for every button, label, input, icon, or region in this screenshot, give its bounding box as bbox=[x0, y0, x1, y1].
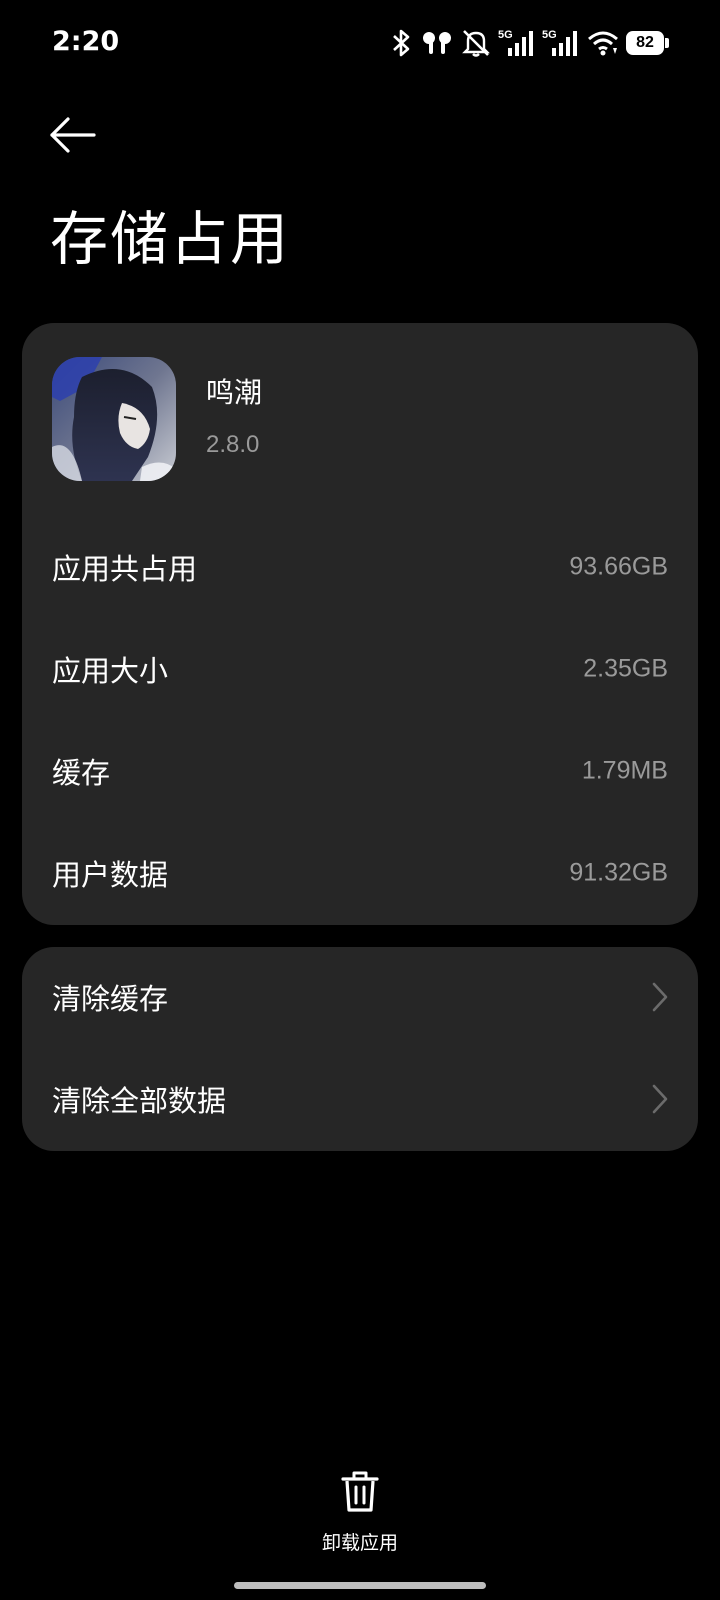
earbuds-icon bbox=[423, 32, 451, 54]
row-label: 应用共占用 bbox=[52, 552, 198, 586]
row-label: 应用大小 bbox=[52, 654, 169, 688]
status-bar: 2:20 5G 5G 82 bbox=[0, 0, 720, 88]
signal-5g-icon-2: 5G bbox=[542, 29, 577, 56]
clear-all-data-button[interactable]: 清除全部数据 bbox=[22, 1049, 698, 1149]
uninstall-button[interactable]: 卸载应用 bbox=[310, 1466, 410, 1556]
row-label: 用户数据 bbox=[52, 858, 169, 892]
home-indicator[interactable] bbox=[234, 1582, 486, 1589]
row-label: 清除缓存 bbox=[52, 982, 169, 1016]
svg-text:5G: 5G bbox=[498, 29, 513, 41]
row-value: 91.32GB bbox=[569, 858, 668, 887]
row-label: 缓存 bbox=[52, 756, 111, 790]
app-name: 鸣潮 bbox=[206, 376, 263, 409]
svg-text:5G: 5G bbox=[542, 29, 557, 41]
trash-icon bbox=[341, 1471, 379, 1512]
chevron-right-icon bbox=[652, 982, 668, 1012]
storage-info-card: 鸣潮 2.8.0 应用共占用 93.66GB 应用大小 2.35GB 缓存 1.… bbox=[22, 323, 698, 925]
status-time: 2:20 bbox=[52, 26, 120, 57]
battery-level: 82 bbox=[636, 34, 654, 51]
storage-row-cache: 缓存 1.79MB bbox=[22, 721, 698, 821]
chevron-right-icon bbox=[652, 1084, 668, 1114]
wifi-icon bbox=[588, 31, 618, 56]
storage-screen: 2:20 5G 5G 82 存储占用 鸣潮 2.8.0 应用共占用 93.66G… bbox=[0, 0, 720, 1600]
storage-row-app-size: 应用大小 2.35GB bbox=[22, 619, 698, 719]
row-value: 93.66GB bbox=[569, 552, 668, 581]
storage-row-user-data: 用户数据 91.32GB bbox=[22, 823, 698, 923]
back-button[interactable] bbox=[44, 110, 104, 160]
storage-row-total: 应用共占用 93.66GB bbox=[22, 517, 698, 617]
bluetooth-icon bbox=[393, 29, 410, 57]
row-value: 1.79MB bbox=[581, 756, 668, 785]
clear-cache-button[interactable]: 清除缓存 bbox=[22, 947, 698, 1047]
storage-actions-card: 清除缓存 清除全部数据 bbox=[22, 947, 698, 1151]
row-value: 2.35GB bbox=[583, 654, 668, 683]
mute-bell-icon bbox=[462, 30, 490, 57]
page-title: 存储占用 bbox=[50, 205, 291, 273]
uninstall-label: 卸载应用 bbox=[321, 1532, 398, 1554]
status-icons: 5G 5G 82 bbox=[388, 26, 670, 60]
row-label: 清除全部数据 bbox=[52, 1084, 227, 1118]
signal-5g-icon-1: 5G bbox=[498, 29, 533, 56]
app-version: 2.8.0 bbox=[206, 431, 260, 458]
app-icon bbox=[52, 357, 176, 481]
battery-icon: 82 bbox=[626, 31, 670, 55]
back-arrow-icon bbox=[50, 117, 96, 153]
